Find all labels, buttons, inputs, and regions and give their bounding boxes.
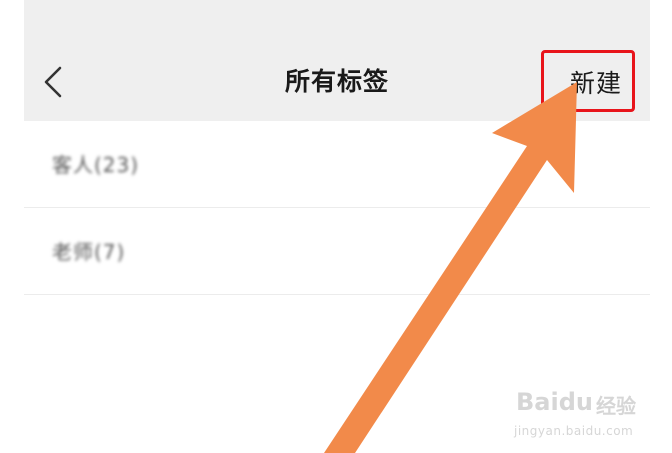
tag-list: 客人(23) 老师(7) (24, 121, 650, 295)
app-screen: 所有标签 新建 客人(23) 老师(7) (24, 0, 650, 453)
tag-list-item[interactable]: 老师(7) (24, 208, 650, 295)
tag-label: 客人(23) (52, 153, 140, 177)
highlight-box (541, 50, 635, 112)
navigation-bar: 所有标签 新建 (24, 0, 650, 121)
tag-label: 老师(7) (52, 240, 126, 264)
tag-list-item[interactable]: 客人(23) (24, 121, 650, 208)
